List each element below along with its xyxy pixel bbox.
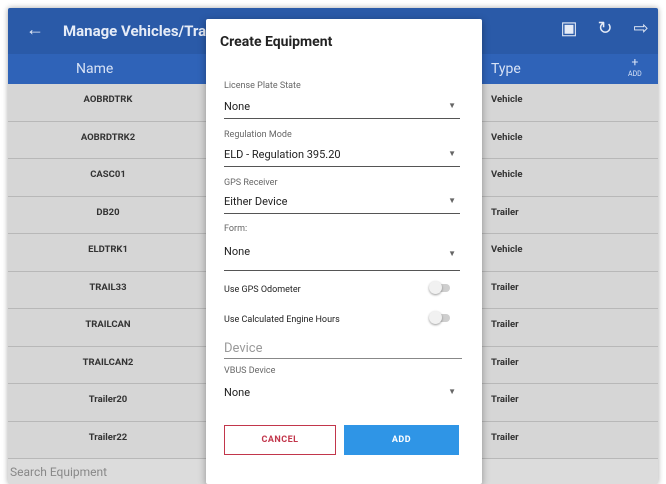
vbus-device-select[interactable]: None ▼ — [224, 386, 460, 404]
toggle-knob — [429, 281, 442, 294]
gps-receiver-label: GPS Receiver — [224, 178, 278, 188]
use-calc-engine-hours-toggle[interactable] — [429, 311, 450, 324]
gps-receiver-value: Either Device — [224, 195, 288, 208]
device-input[interactable]: Device — [224, 341, 462, 359]
row-name: TRAIL33 — [89, 281, 127, 293]
use-calc-engine-hours-label: Use Calculated Engine Hours — [224, 315, 340, 325]
dropdown-arrow-icon: ▼ — [448, 101, 456, 110]
row-name: Trailer20 — [88, 394, 128, 405]
add-label: ADD — [628, 70, 642, 78]
dropdown-arrow-icon: ▼ — [448, 149, 456, 158]
form-select[interactable]: None ▼ — [224, 245, 460, 271]
row-type: Vehicle — [491, 94, 523, 105]
toggle-knob — [429, 311, 442, 324]
exit-icon[interactable]: ⇨ — [630, 18, 652, 39]
row-name: TRAILCAN — [85, 319, 131, 330]
use-calc-engine-hours-row: Use Calculated Engine Hours — [224, 311, 460, 325]
row-name: AOBRDTRK — [83, 94, 133, 105]
dialog-title: Create Equipment — [220, 34, 333, 50]
row-type: Trailer — [491, 356, 519, 368]
row-name: CASC01 — [90, 169, 126, 180]
row-name: AOBRDTRK2 — [80, 131, 136, 143]
use-gps-odometer-row: Use GPS Odometer — [224, 281, 460, 295]
row-name: ELDTRK1 — [88, 244, 128, 255]
row-name: TRAILCAN2 — [82, 356, 134, 368]
license-plate-state-select[interactable]: None ▼ — [224, 100, 460, 119]
form-label: Form: — [224, 224, 248, 234]
vbus-device-value: None — [224, 386, 251, 399]
regulation-mode-label: Regulation Mode — [224, 130, 292, 140]
search-equipment-input[interactable]: Search Equipment — [10, 465, 107, 479]
create-equipment-dialog: Create Equipment License Plate State Non… — [206, 19, 482, 484]
license-plate-state-label: License Plate State — [224, 81, 301, 91]
row-type: Trailer — [491, 281, 519, 293]
vbus-device-label: VBUS Device — [224, 366, 276, 376]
column-header-name: Name — [76, 61, 114, 77]
report-icon[interactable]: ▣ — [558, 18, 580, 39]
back-arrow-icon[interactable]: ← — [26, 19, 44, 40]
column-header-type: Type — [491, 61, 521, 77]
row-type: Trailer — [491, 431, 519, 443]
dropdown-arrow-icon: ▼ — [448, 249, 456, 258]
add-button[interactable]: ADD — [344, 425, 459, 455]
form-value: None — [224, 245, 251, 258]
dropdown-arrow-icon: ▼ — [448, 387, 456, 396]
row-type: Trailer — [491, 394, 519, 405]
row-type: Vehicle — [491, 244, 523, 255]
cancel-button[interactable]: CANCEL — [224, 425, 336, 455]
appbar-actions: ▣ ↻ ⇨ — [558, 18, 652, 39]
use-gps-odometer-label: Use GPS Odometer — [224, 285, 301, 295]
row-type: Trailer — [491, 206, 519, 218]
add-equipment-button[interactable]: + ADD — [628, 56, 642, 80]
gps-receiver-select[interactable]: Either Device ▼ — [224, 195, 460, 214]
use-gps-odometer-toggle[interactable] — [429, 281, 450, 294]
row-name: DB20 — [96, 206, 120, 218]
regulation-mode-value: ELD - Regulation 395.20 — [224, 148, 341, 161]
row-type: Vehicle — [491, 131, 523, 143]
regulation-mode-select[interactable]: ELD - Regulation 395.20 ▼ — [224, 148, 460, 167]
dropdown-arrow-icon: ▼ — [448, 196, 456, 205]
license-plate-state-value: None — [224, 100, 251, 113]
row-type: Vehicle — [491, 169, 523, 180]
row-name: Trailer22 — [88, 431, 128, 443]
refresh-icon[interactable]: ↻ — [594, 18, 616, 39]
row-type: Trailer — [491, 319, 519, 330]
